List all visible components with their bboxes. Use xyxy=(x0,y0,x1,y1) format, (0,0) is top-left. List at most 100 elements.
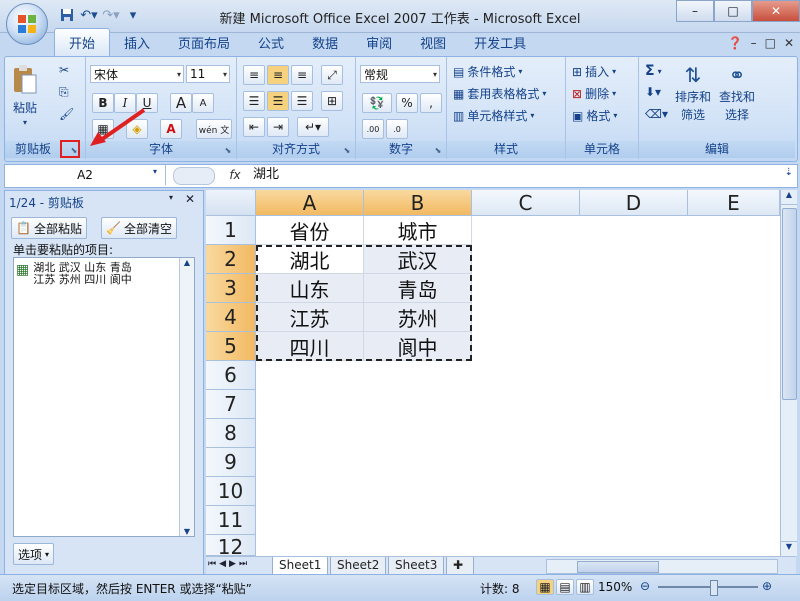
row-header-4[interactable]: 4 xyxy=(206,303,256,332)
orientation-icon[interactable]: ⤢ xyxy=(321,65,343,85)
row-header-8[interactable]: 8 xyxy=(206,419,256,448)
row-header-12[interactable]: 12 xyxy=(206,535,256,559)
sheet-tab-sheet3[interactable]: Sheet3 xyxy=(388,557,445,575)
name-box[interactable]: A2 xyxy=(5,165,166,185)
scroll-down-icon[interactable]: ▼ xyxy=(781,541,797,556)
select-all-corner[interactable] xyxy=(206,190,256,216)
clipboard-list-scrollbar[interactable]: ▲ ▼ xyxy=(179,258,194,536)
row-header-1[interactable]: 1 xyxy=(206,216,256,245)
font-name-select[interactable]: 宋体 ▾ xyxy=(90,65,184,83)
tab-view[interactable]: 视图 xyxy=(406,29,460,56)
row-header-2[interactable]: 2 xyxy=(206,245,256,274)
row-header-5[interactable]: 5 xyxy=(206,332,256,361)
page-break-view-icon[interactable]: ▥ xyxy=(576,579,594,595)
tab-page-layout[interactable]: 页面布局 xyxy=(164,29,244,56)
vertical-scroll-thumb[interactable] xyxy=(782,208,797,400)
tab-data[interactable]: 数据 xyxy=(298,29,352,56)
grow-font-button[interactable]: A xyxy=(170,93,192,113)
find-select-button[interactable]: ⚭ 查找和 选择 xyxy=(719,63,755,123)
number-launcher-icon[interactable]: ⬊ xyxy=(433,146,443,156)
align-left-icon[interactable]: ☰ xyxy=(243,91,265,111)
zoom-out-icon[interactable]: ⊖ xyxy=(640,579,650,593)
pane-menu-icon[interactable]: ▾ xyxy=(169,193,173,202)
align-middle-icon[interactable]: ≡ xyxy=(267,65,289,85)
number-format-select[interactable]: 常规 ▾ xyxy=(360,65,440,83)
horizontal-scroll-thumb[interactable] xyxy=(577,561,659,573)
insert-function-button[interactable]: fx xyxy=(225,165,245,185)
currency-icon[interactable]: 💱 xyxy=(362,93,392,113)
horizontal-scrollbar[interactable] xyxy=(546,559,778,574)
zoom-slider[interactable] xyxy=(658,580,758,596)
help-icon[interactable]: ❓ xyxy=(728,36,743,50)
zoom-slider-thumb[interactable] xyxy=(710,580,718,596)
tab-home[interactable]: 开始 xyxy=(54,28,111,56)
decrease-decimal-icon[interactable]: .0 xyxy=(386,119,408,139)
phonetic-button[interactable]: wén 文 xyxy=(196,119,232,139)
clear-icon[interactable]: ⌫▾ xyxy=(645,107,668,121)
ribbon-close-icon[interactable]: ✕ xyxy=(784,36,794,50)
cell-a2[interactable]: 湖北 xyxy=(256,245,364,274)
tab-insert[interactable]: 插入 xyxy=(110,29,164,56)
normal-view-icon[interactable]: ▦ xyxy=(536,579,554,595)
scroll-up-icon[interactable]: ▲ xyxy=(781,190,797,205)
insert-sheet-icon[interactable]: ✚ xyxy=(446,557,474,575)
clear-all-button[interactable]: 🧹 全部清空 xyxy=(101,217,177,239)
copy-icon[interactable]: ⎘ xyxy=(59,85,69,100)
row-header-11[interactable]: 11 xyxy=(206,506,256,535)
tab-formulas[interactable]: 公式 xyxy=(244,29,298,56)
paste-button[interactable]: 粘贴 ▾ xyxy=(11,63,39,127)
row-header-6[interactable]: 6 xyxy=(206,361,256,390)
column-header-d[interactable]: D xyxy=(580,190,688,216)
increase-decimal-icon[interactable]: .00 xyxy=(362,119,384,139)
cell-a4[interactable]: 江苏 xyxy=(256,303,364,332)
cut-icon[interactable]: ✂ xyxy=(59,63,69,77)
row-header-3[interactable]: 3 xyxy=(206,274,256,303)
maximize-button[interactable]: □ xyxy=(714,0,752,22)
options-button[interactable]: 选项 ▾ xyxy=(13,543,55,565)
delete-cells-button[interactable]: ⊠ 删除 ▾ xyxy=(572,85,616,102)
cell-b1[interactable]: 城市 xyxy=(364,216,472,245)
close-button[interactable]: ✕ xyxy=(752,0,800,22)
pane-close-icon[interactable]: ✕ xyxy=(185,192,195,206)
zoom-level[interactable]: 150% xyxy=(598,580,632,594)
cell-b2[interactable]: 武汉 xyxy=(364,245,472,274)
clipboard-item[interactable]: ▦ 湖北 武汉 山东 青岛 江苏 苏州 四川 阆中 xyxy=(16,262,176,292)
expand-formula-bar-icon[interactable]: ⇣ xyxy=(785,167,793,178)
row-header-7[interactable]: 7 xyxy=(206,390,256,419)
decrease-indent-icon[interactable]: ⇤ xyxy=(243,117,265,137)
ribbon-minimize-icon[interactable]: – xyxy=(751,36,757,50)
sheet-tab-sheet2[interactable]: Sheet2 xyxy=(330,557,387,575)
minimize-button[interactable]: – xyxy=(676,0,714,22)
sort-filter-button[interactable]: ⇅ 排序和 筛选 xyxy=(675,63,711,123)
sheet-tab-sheet1[interactable]: Sheet1 xyxy=(272,557,329,575)
worksheet-grid[interactable]: A B C D E 1 2 3 4 5 6 7 8 9 10 11 12 省份 … xyxy=(206,190,780,559)
alignment-launcher-icon[interactable]: ⬊ xyxy=(342,146,352,156)
shrink-font-button[interactable]: A xyxy=(192,93,214,113)
format-painter-icon[interactable]: 🖌 xyxy=(59,107,74,121)
column-header-e[interactable]: E xyxy=(688,190,780,216)
align-top-icon[interactable]: ≡ xyxy=(243,65,265,85)
paste-all-button[interactable]: 📋 全部粘贴 xyxy=(11,217,87,239)
align-center-icon[interactable]: ☰ xyxy=(267,91,289,111)
column-header-a[interactable]: A xyxy=(256,190,364,216)
formula-input[interactable]: 湖北 xyxy=(253,165,279,185)
cell-b4[interactable]: 苏州 xyxy=(364,303,472,332)
cell-b5[interactable]: 阆中 xyxy=(364,332,472,361)
font-color-icon[interactable]: A xyxy=(160,119,182,139)
tab-review[interactable]: 审阅 xyxy=(352,29,406,56)
merge-center-icon[interactable]: ⊞ xyxy=(321,91,343,111)
comma-button[interactable]: , xyxy=(420,93,442,113)
vertical-scrollbar[interactable]: ▲ ▼ xyxy=(780,190,797,556)
name-box-dropdown-icon[interactable]: ▾ xyxy=(153,167,157,176)
sheet-nav-icon[interactable]: ⏮◀▶⏭ xyxy=(208,559,250,569)
cell-a5[interactable]: 四川 xyxy=(256,332,364,361)
font-size-select[interactable]: 11 ▾ xyxy=(186,65,230,83)
conditional-format-button[interactable]: ▤ 条件格式 ▾ xyxy=(453,63,522,80)
fill-icon[interactable]: ⬇▾ xyxy=(645,85,661,99)
zoom-in-icon[interactable]: ⊕ xyxy=(762,579,772,593)
cell-a3[interactable]: 山东 xyxy=(256,274,364,303)
office-button[interactable] xyxy=(6,3,48,45)
percent-button[interactable]: % xyxy=(396,93,418,113)
wrap-text-icon[interactable]: ↵▾ xyxy=(297,117,329,137)
insert-cells-button[interactable]: ⊞ 插入 ▾ xyxy=(572,63,616,80)
